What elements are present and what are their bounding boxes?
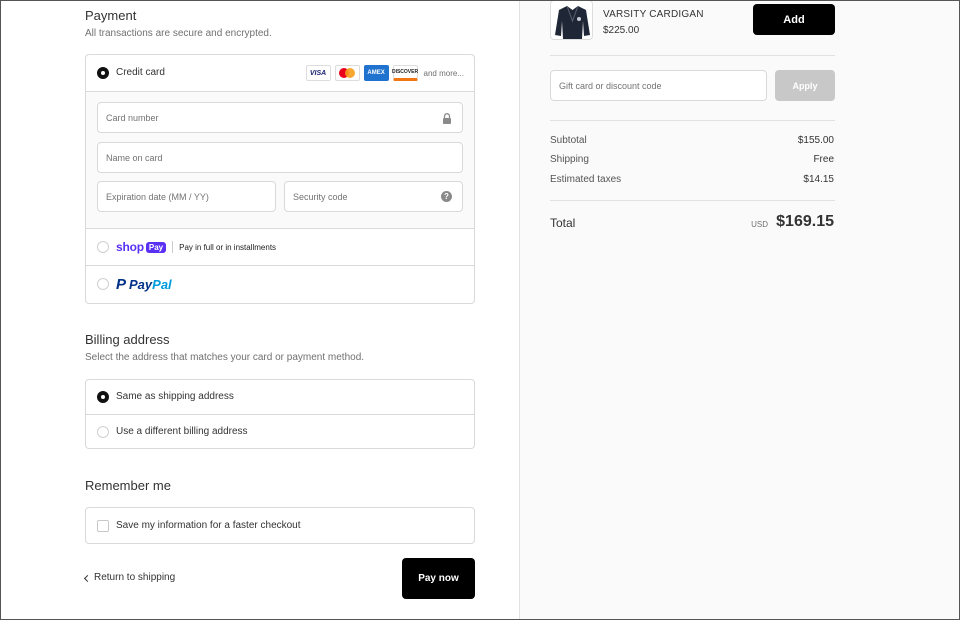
payment-option-paypal[interactable]: P PayPal <box>86 266 474 303</box>
credit-card-radio[interactable] <box>97 67 109 79</box>
visa-icon: VISA <box>305 65 331 81</box>
paypal-p-icon: P <box>116 276 127 293</box>
payment-option-shop-pay[interactable]: shop Pay Pay in full or in installments <box>86 229 474 266</box>
divider <box>550 200 835 201</box>
save-info-checkbox[interactable] <box>97 520 109 532</box>
security-code-input[interactable]: Security code ? <box>284 181 463 212</box>
add-product-button[interactable]: Add <box>753 4 835 35</box>
order-summary: VARSITY CARDIGAN $225.00 Add Gift card o… <box>519 0 960 620</box>
return-to-shipping-label: Return to shipping <box>94 572 176 583</box>
card-brands: VISA AMEX DISCOVER and more... <box>305 65 464 81</box>
lock-icon <box>443 113 451 124</box>
total-value: $169.15 <box>776 213 834 230</box>
divider <box>550 55 835 56</box>
pay-now-button[interactable]: Pay now <box>402 558 475 599</box>
shop-pay-pill: Pay <box>145 241 167 253</box>
different-address-radio[interactable] <box>97 426 109 438</box>
total-label: Total <box>550 216 576 230</box>
shop-pay-wordmark: shop <box>116 240 144 254</box>
billing-subtitle: Select the address that matches your car… <box>85 352 365 363</box>
shop-pay-installments-text: Pay in full or in installments <box>179 242 277 252</box>
amex-icon: AMEX <box>363 65 389 81</box>
payment-title: Payment <box>85 8 137 23</box>
billing-option-different[interactable]: Use a different billing address <box>86 415 474 448</box>
credit-card-fields: Card number Name on card Expiration date… <box>86 92 474 229</box>
apply-discount-button[interactable]: Apply <box>775 70 835 101</box>
product-price: $225.00 <box>603 25 640 36</box>
payment-methods: Credit card VISA AMEX DISCOVER and more.… <box>85 54 475 304</box>
help-icon[interactable]: ? <box>441 191 452 202</box>
payment-option-credit-card[interactable]: Credit card VISA AMEX DISCOVER and more.… <box>86 55 474 92</box>
shop-pay-logo: shop Pay Pay in full or in installments <box>116 240 276 254</box>
taxes-label: Estimated taxes <box>550 174 622 185</box>
subtotal-label: Subtotal <box>550 135 587 146</box>
more-cards-label: and more... <box>423 68 464 78</box>
save-info-label: Save my information for a faster checkou… <box>116 520 301 531</box>
shop-pay-radio[interactable] <box>97 241 109 253</box>
remember-me-box[interactable]: Save my information for a faster checkou… <box>85 507 475 544</box>
discover-icon: DISCOVER <box>392 65 418 81</box>
payment-subtitle: All transactions are secure and encrypte… <box>85 28 272 39</box>
return-to-shipping-link[interactable]: Return to shipping <box>83 572 176 583</box>
discount-code-placeholder: Gift card or discount code <box>559 81 662 91</box>
product-thumbnail <box>550 0 593 40</box>
mastercard-icon <box>334 65 360 81</box>
divider <box>550 120 835 121</box>
expiration-date-input[interactable]: Expiration date (MM / YY) <box>97 181 276 212</box>
taxes-value: $14.15 <box>803 174 834 185</box>
discount-code-input[interactable]: Gift card or discount code <box>550 70 767 101</box>
cardigan-image <box>555 5 590 39</box>
paypal-radio[interactable] <box>97 278 109 290</box>
shipping-label: Shipping <box>550 154 589 165</box>
billing-option-same[interactable]: Same as shipping address <box>86 380 474 415</box>
shop-pay-divider <box>172 241 174 253</box>
name-on-card-input[interactable]: Name on card <box>97 142 463 173</box>
checkout-main: Payment All transactions are secure and … <box>0 0 519 620</box>
card-number-input[interactable]: Card number <box>97 102 463 133</box>
remember-title: Remember me <box>85 478 171 493</box>
card-number-placeholder: Card number <box>106 113 159 123</box>
billing-title: Billing address <box>85 332 170 347</box>
same-address-label: Same as shipping address <box>116 391 234 402</box>
different-address-label: Use a different billing address <box>116 426 248 437</box>
expiration-date-placeholder: Expiration date (MM / YY) <box>106 192 209 202</box>
shipping-value: Free <box>813 154 834 165</box>
credit-card-label: Credit card <box>116 67 165 78</box>
subtotal-value: $155.00 <box>797 135 834 146</box>
same-address-radio[interactable] <box>97 391 109 403</box>
chevron-left-icon <box>83 574 92 582</box>
security-code-placeholder: Security code <box>293 192 348 202</box>
name-on-card-placeholder: Name on card <box>106 153 163 163</box>
product-name: VARSITY CARDIGAN <box>603 9 704 20</box>
paypal-wordmark: PayPal <box>129 277 172 292</box>
paypal-logo: P PayPal <box>116 276 172 293</box>
billing-options: Same as shipping address Use a different… <box>85 379 475 449</box>
total-currency: USD <box>751 220 768 229</box>
